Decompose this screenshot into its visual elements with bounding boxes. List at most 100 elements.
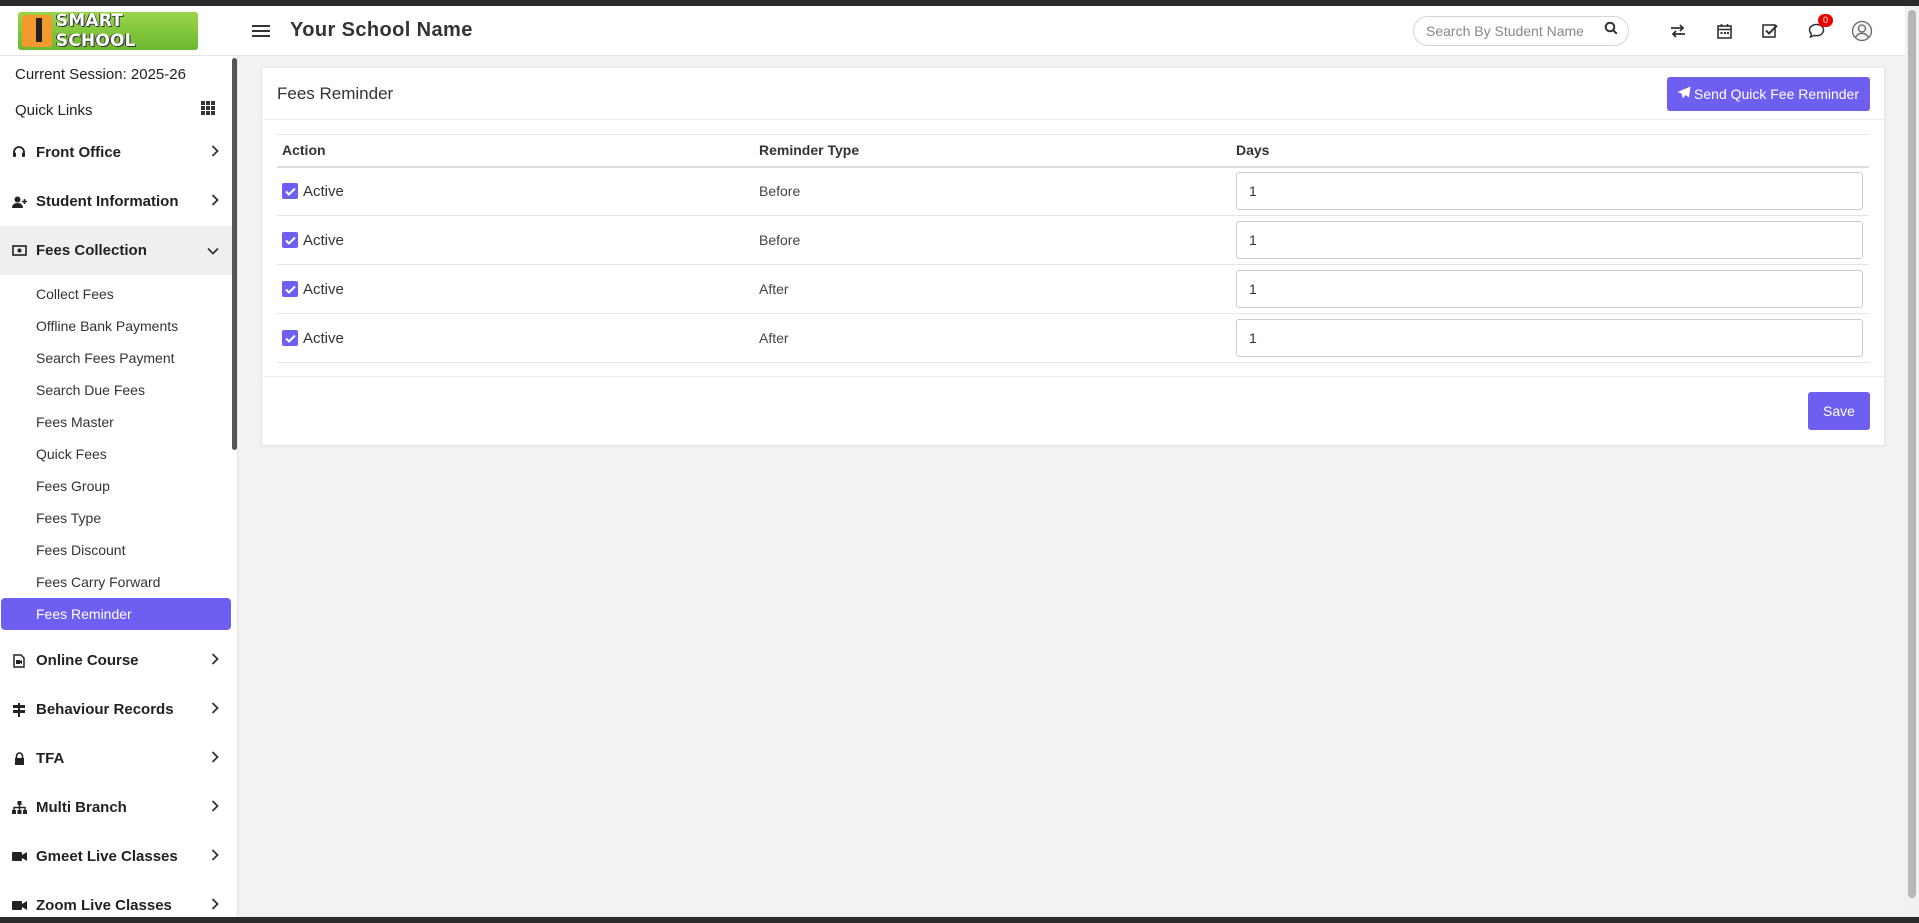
active-label: Active (303, 182, 344, 200)
active-checkbox[interactable] (282, 183, 298, 200)
logo[interactable]: SMART SCHOOL (0, 6, 198, 56)
paper-plane-icon (1677, 86, 1691, 102)
sidebar-subitem-search-due-fees[interactable]: Search Due Fees (0, 374, 237, 406)
fees-reminder-card: Fees Reminder Send Quick Fee Reminder Ac… (261, 67, 1885, 446)
sidebar-item-multi-branch[interactable]: Multi Branch (0, 783, 237, 832)
sidebar-subitem-fees-discount[interactable]: Fees Discount (0, 534, 237, 566)
quick-links[interactable]: Quick Links (0, 92, 237, 128)
chevron-right-icon (211, 144, 219, 161)
task-checklist-icon[interactable] (1747, 16, 1793, 46)
action-cell: Active (277, 313, 754, 363)
page-scrollbar-thumb[interactable] (1908, 10, 1916, 898)
sidebar-subitem-fees-group[interactable]: Fees Group (0, 470, 237, 502)
column-header-days: Days (1231, 134, 1869, 168)
sidebar-item-label: Online Course (36, 652, 139, 669)
sidebar-subitem-fees-reminder[interactable]: Fees Reminder (1, 598, 231, 630)
window-bottom-edge (0, 917, 1919, 923)
sidebar-subitem-fees-master[interactable]: Fees Master (0, 406, 237, 438)
chevron-right-icon (211, 750, 219, 767)
days-input[interactable] (1236, 319, 1863, 357)
sidebar-item-label: Multi Branch (36, 799, 127, 816)
chevron-right-icon (211, 652, 219, 669)
sidebar-subitem-fees-carry-forward[interactable]: Fees Carry Forward (0, 566, 237, 598)
column-header-reminder-type: Reminder Type (754, 134, 1231, 168)
sidebar-item-label: TFA (36, 750, 65, 767)
action-cell: Active (277, 166, 754, 216)
sidebar-item-student-information[interactable]: Student Information (0, 177, 237, 226)
reminder-table: Action Reminder Type Days Active Before (277, 134, 1869, 363)
card-header: Fees Reminder Send Quick Fee Reminder (262, 68, 1884, 120)
active-checkbox[interactable] (282, 330, 298, 346)
sidebar-item-fees-collection[interactable]: Fees Collection (0, 226, 237, 275)
reminder-type-cell: Before (754, 166, 1231, 216)
page-scrollbar[interactable] (1905, 6, 1919, 917)
active-label: Active (303, 280, 344, 298)
money-bill-icon (10, 244, 28, 258)
search-input[interactable] (1426, 22, 1604, 39)
chevron-down-icon (207, 242, 219, 259)
sidebar: Current Session: 2025-26 Quick Links Fro… (0, 56, 238, 917)
notification-badge: 0 (1818, 13, 1833, 27)
sidebar-item-label: Zoom Live Classes (36, 897, 172, 914)
logo-badge: SMART SCHOOL (18, 11, 198, 51)
send-quick-fee-reminder-button[interactable]: Send Quick Fee Reminder (1667, 76, 1870, 111)
chevron-right-icon (211, 799, 219, 816)
sidebar-item-online-course[interactable]: Online Course (0, 636, 237, 685)
book-pen-icon (22, 14, 52, 47)
action-cell: Active (277, 215, 754, 265)
user-avatar-icon[interactable] (1839, 16, 1885, 46)
days-input[interactable] (1236, 172, 1863, 211)
days-cell (1231, 264, 1869, 314)
sidebar-item-label: Student Information (36, 193, 179, 210)
table-row: Active After (277, 264, 1869, 314)
sidebar-item-gmeet-live-classes[interactable]: Gmeet Live Classes (0, 832, 237, 881)
action-cell: Active (277, 264, 754, 314)
fees-collection-submenu: Collect Fees Offline Bank Payments Searc… (0, 275, 237, 636)
sidebar-item-zoom-live-classes[interactable]: Zoom Live Classes (0, 881, 237, 917)
active-label: Active (303, 231, 344, 249)
chevron-right-icon (211, 193, 219, 210)
days-input[interactable] (1236, 270, 1863, 308)
current-session: Current Session: 2025-26 (15, 66, 186, 83)
main-content: Fees Reminder Send Quick Fee Reminder Ac… (238, 56, 1905, 917)
sidebar-subitem-search-fees-payment[interactable]: Search Fees Payment (0, 342, 237, 374)
page-title: Fees Reminder (277, 83, 394, 103)
card-footer: Save (262, 376, 1884, 446)
chat-icon[interactable]: 0 (1793, 13, 1839, 46)
search-icon[interactable] (1604, 21, 1618, 40)
active-checkbox[interactable] (282, 232, 298, 248)
table-row: Active After (277, 313, 1869, 363)
headset-icon (10, 146, 28, 160)
sidebar-item-behaviour-records[interactable]: Behaviour Records (0, 685, 237, 734)
sidebar-item-tfa[interactable]: TFA (0, 734, 237, 783)
top-navbar: SMART SCHOOL Your School Name 0 (0, 6, 1905, 56)
reminder-type-cell: After (754, 264, 1231, 314)
sidebar-item-label: Front Office (36, 144, 121, 161)
days-input[interactable] (1236, 221, 1863, 259)
calendar-icon[interactable] (1701, 16, 1747, 46)
grid-icon[interactable] (201, 101, 215, 119)
active-checkbox[interactable] (282, 281, 298, 297)
chevron-right-icon (211, 897, 219, 914)
active-checkbox-label[interactable]: Active (282, 232, 749, 249)
active-checkbox-label[interactable]: Active (282, 330, 749, 347)
column-header-action: Action (277, 134, 754, 168)
school-name: Your School Name (290, 19, 473, 41)
sidebar-subitem-fees-type[interactable]: Fees Type (0, 502, 237, 534)
sidebar-subitem-offline-bank-payments[interactable]: Offline Bank Payments (0, 310, 237, 342)
sidebar-subitem-quick-fees[interactable]: Quick Fees (0, 438, 237, 470)
sidebar-subitem-collect-fees[interactable]: Collect Fees (0, 278, 237, 310)
send-quick-fee-reminder-label: Send Quick Fee Reminder (1694, 85, 1859, 102)
hamburger-menu-icon[interactable] (252, 22, 270, 40)
course-file-icon (10, 653, 28, 668)
sidebar-item-front-office[interactable]: Front Office (0, 128, 237, 177)
active-checkbox-label[interactable]: Active (282, 281, 749, 298)
sidebar-item-label: Behaviour Records (36, 701, 174, 718)
sitemap-icon (10, 801, 28, 815)
active-checkbox-label[interactable]: Active (282, 183, 749, 200)
save-button[interactable]: Save (1808, 392, 1870, 430)
chevron-right-icon (211, 848, 219, 865)
switch-icon[interactable] (1655, 16, 1701, 46)
sidebar-scrollbar[interactable] (232, 58, 237, 450)
quick-links-label: Quick Links (15, 101, 93, 119)
